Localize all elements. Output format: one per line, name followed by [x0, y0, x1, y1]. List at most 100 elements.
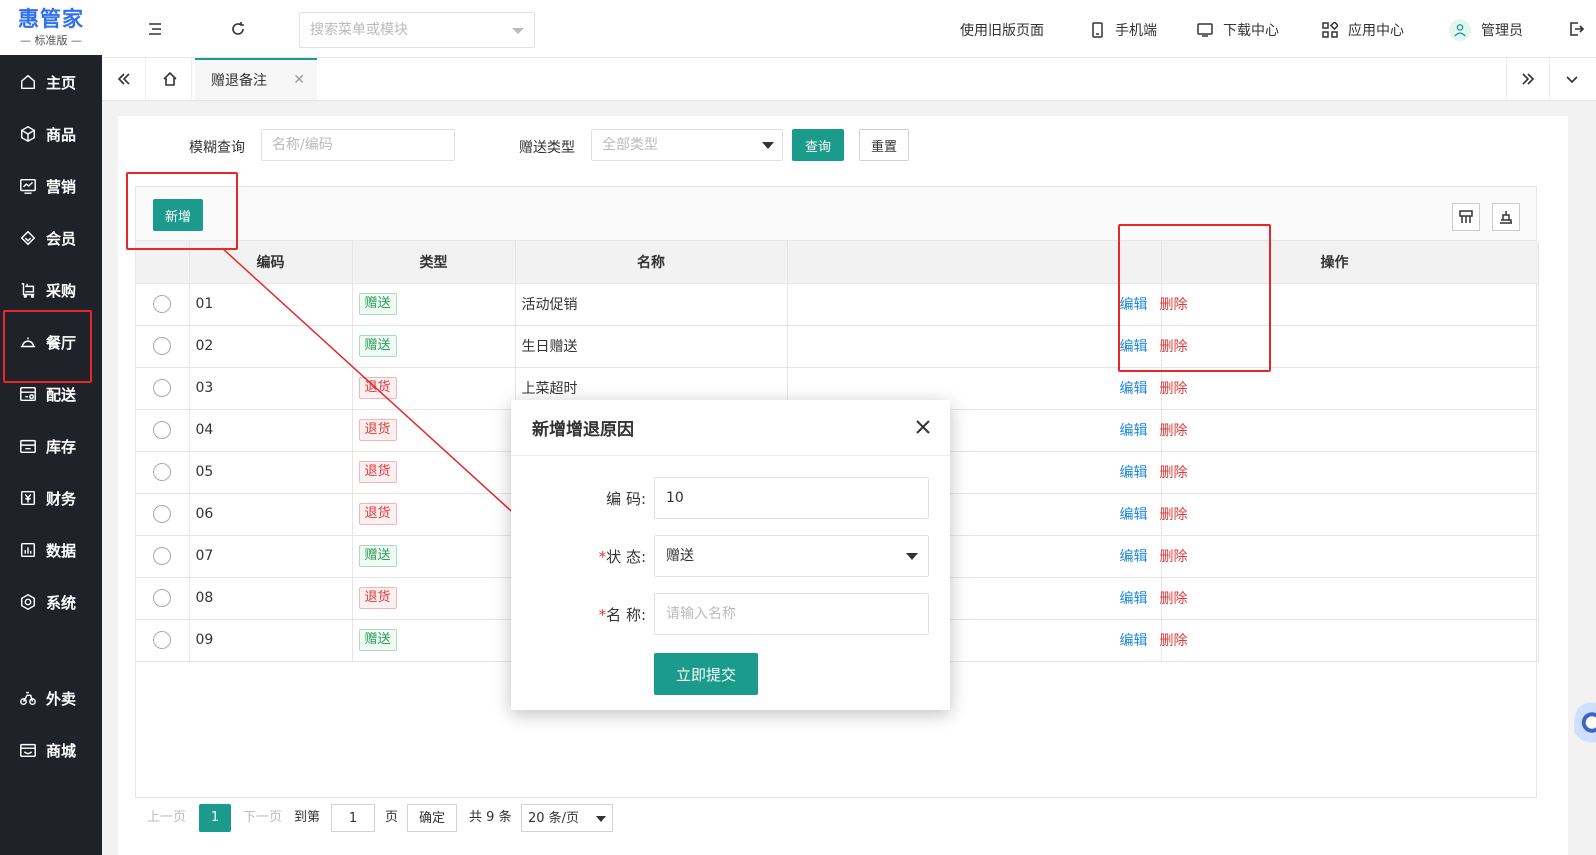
row-select[interactable]: [136, 409, 190, 452]
add-button[interactable]: 新增: [153, 199, 203, 231]
tabs-scroll-right-icon[interactable]: [1506, 58, 1550, 100]
old-page-link[interactable]: 使用旧版页面: [960, 20, 1044, 40]
delete-link[interactable]: 删除: [1160, 507, 1188, 523]
page-size-select[interactable]: 20 条/页: [521, 804, 613, 832]
delete-link[interactable]: 删除: [1160, 339, 1188, 355]
sidebar-item-data[interactable]: 数据: [0, 526, 102, 574]
submit-button[interactable]: 立即提交: [654, 653, 758, 695]
print-icon[interactable]: [1492, 203, 1520, 231]
current-page[interactable]: 1: [199, 804, 231, 832]
delete-link[interactable]: 删除: [1160, 591, 1188, 607]
logo[interactable]: 惠管家 — 标准版 —: [0, 0, 102, 55]
cloche-icon: [18, 332, 38, 352]
sidebar-item-finance[interactable]: 财务: [0, 474, 102, 522]
tabs-scroll-left-icon[interactable]: [102, 58, 146, 100]
close-icon[interactable]: [914, 418, 932, 436]
edit-link[interactable]: 编辑: [1120, 633, 1148, 649]
goto-confirm-button[interactable]: 确定: [407, 804, 457, 832]
table-row[interactable]: 01 赠送 活动促销 编辑 删除: [136, 283, 1539, 326]
radio-button[interactable]: [153, 631, 172, 649]
code-input[interactable]: 10: [654, 477, 929, 519]
mobile-link[interactable]: 手机端: [1089, 20, 1157, 40]
type-badge: 赠送: [358, 293, 397, 315]
row-select[interactable]: [136, 283, 190, 326]
delete-link[interactable]: 删除: [1160, 381, 1188, 397]
columns-icon[interactable]: [1452, 203, 1480, 231]
status-select[interactable]: 赠送: [654, 535, 929, 577]
sidebar-item-member[interactable]: 会员: [0, 214, 102, 262]
tabs-menu-chevron-icon[interactable]: [1550, 58, 1594, 100]
dialog-header: 新增增退原因: [511, 400, 950, 456]
sidebar-item-label: 财务: [46, 489, 77, 508]
sidebar-item-purchase[interactable]: 采购: [0, 266, 102, 314]
delete-link[interactable]: 删除: [1160, 297, 1188, 313]
logout-icon[interactable]: [1567, 20, 1585, 38]
code-label: 编 码:: [606, 490, 646, 508]
radio-button[interactable]: [153, 379, 172, 397]
row-select[interactable]: [136, 325, 190, 368]
radio-button[interactable]: [153, 547, 172, 565]
sidebar-item-delivery[interactable]: 配送: [0, 370, 102, 418]
edit-link[interactable]: 编辑: [1120, 423, 1148, 439]
radio-button[interactable]: [153, 505, 172, 523]
page-input[interactable]: 1: [331, 804, 375, 832]
header-name: 名称: [515, 241, 788, 284]
query-button[interactable]: 查询: [792, 129, 844, 161]
tab-gift-return-notes[interactable]: 赠退备注 ✕: [195, 58, 317, 100]
edit-link[interactable]: 编辑: [1120, 549, 1148, 565]
fuzzy-query-input[interactable]: 名称/编码: [261, 129, 455, 161]
delete-link[interactable]: 删除: [1160, 549, 1188, 565]
app-center-link[interactable]: 应用中心: [1322, 20, 1404, 40]
settings-icon: [18, 592, 38, 612]
sidebar-item-home[interactable]: 主页: [0, 58, 102, 106]
delete-link[interactable]: 删除: [1160, 423, 1188, 439]
radio-button[interactable]: [153, 421, 172, 439]
user-icon: [1454, 24, 1466, 37]
menu-search-input[interactable]: 搜索菜单或模块: [299, 12, 535, 48]
delete-link[interactable]: 删除: [1160, 465, 1188, 481]
type-badge: 退货: [358, 419, 397, 441]
row-select[interactable]: [136, 451, 190, 494]
radio-button[interactable]: [153, 589, 172, 607]
table-row[interactable]: 02 赠送 生日赠送 编辑 删除: [136, 325, 1539, 368]
phone-icon: [1092, 22, 1103, 38]
menu-toggle-icon[interactable]: [146, 20, 164, 38]
sidebar-item-inventory[interactable]: 库存: [0, 422, 102, 470]
edit-link[interactable]: 编辑: [1120, 339, 1148, 355]
row-select[interactable]: [136, 619, 190, 662]
edit-link[interactable]: 编辑: [1120, 297, 1148, 313]
edit-link[interactable]: 编辑: [1120, 381, 1148, 397]
next-page-button[interactable]: 下一页: [243, 804, 282, 832]
sidebar-item-restaurant[interactable]: 餐厅: [0, 318, 102, 366]
reset-button[interactable]: 重置: [859, 129, 909, 161]
user-menu[interactable]: 管理员: [1449, 19, 1523, 41]
home-tab-icon[interactable]: [148, 58, 192, 100]
radio-button[interactable]: [153, 295, 172, 313]
sidebar-item-marketing[interactable]: 营销: [0, 162, 102, 210]
row-select[interactable]: [136, 493, 190, 536]
table-toolbar: 新增: [136, 187, 1536, 241]
cell-spacer: [787, 325, 1162, 368]
sidebar-item-system[interactable]: 系统: [0, 578, 102, 626]
close-icon[interactable]: ✕: [293, 72, 305, 88]
prev-page-button[interactable]: 上一页: [147, 804, 186, 832]
sidebar-item-takeout[interactable]: 外卖: [0, 674, 102, 722]
sidebar-item-mall[interactable]: 商城: [0, 726, 102, 774]
cell-type: 退货: [352, 493, 516, 536]
download-center-link[interactable]: 下载中心: [1197, 20, 1279, 40]
row-select[interactable]: [136, 577, 190, 620]
gift-type-select[interactable]: 全部类型: [591, 129, 783, 161]
assistant-bubble-icon[interactable]: [1574, 700, 1596, 750]
radio-button[interactable]: [153, 337, 172, 355]
delete-link[interactable]: 删除: [1160, 633, 1188, 649]
radio-button[interactable]: [153, 463, 172, 481]
refresh-icon[interactable]: [229, 20, 247, 38]
edit-link[interactable]: 编辑: [1120, 591, 1148, 607]
edit-link[interactable]: 编辑: [1120, 507, 1148, 523]
name-label-text: 名 称:: [606, 606, 646, 624]
row-select[interactable]: [136, 367, 190, 410]
sidebar-item-goods[interactable]: 商品: [0, 110, 102, 158]
name-input[interactable]: 请输入名称: [654, 593, 929, 635]
edit-link[interactable]: 编辑: [1120, 465, 1148, 481]
row-select[interactable]: [136, 535, 190, 578]
